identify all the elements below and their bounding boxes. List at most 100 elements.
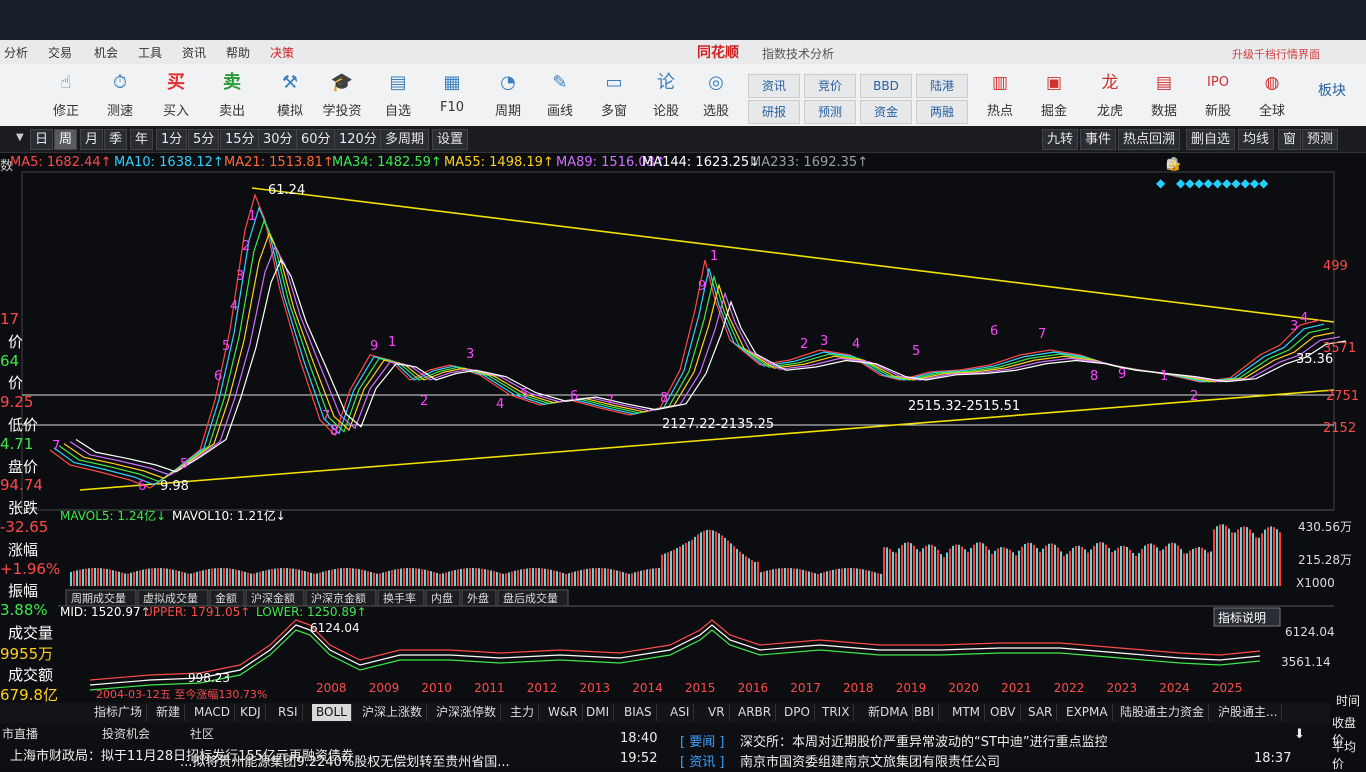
- volume-bar: [373, 572, 375, 586]
- period-7[interactable]: 15分: [220, 129, 260, 150]
- indicator-tab[interactable]: 沪深上涨数: [358, 704, 428, 721]
- toolbar-btn-right-4[interactable]: IPO 新股: [1194, 70, 1242, 119]
- btn-margin[interactable]: 两融: [916, 100, 968, 124]
- tool-5[interactable]: 窗: [1278, 129, 1302, 150]
- indicator-tab[interactable]: BBI: [910, 704, 940, 721]
- period-6[interactable]: 5分: [188, 129, 220, 150]
- indicator-tab[interactable]: ASI: [666, 704, 695, 721]
- volume-bar: [538, 568, 540, 586]
- indicator-tab[interactable]: DMI: [582, 704, 615, 721]
- toolbar-btn-8[interactable]: ◔ 周期: [484, 70, 532, 119]
- period-5[interactable]: 1分: [156, 129, 188, 150]
- indicator-tab[interactable]: TRIX: [818, 704, 855, 721]
- menu-tools[interactable]: 工具: [138, 44, 162, 61]
- period-12[interactable]: 设置: [432, 129, 469, 150]
- period-11[interactable]: 多周期: [380, 129, 430, 150]
- indicator-tab[interactable]: MTM: [948, 704, 986, 721]
- period-1[interactable]: 周: [54, 129, 78, 150]
- toolbar-btn-10[interactable]: ▭ 多窗: [590, 70, 638, 119]
- btn-hk-connect[interactable]: 陆港: [916, 74, 968, 98]
- toolbar-btn-6[interactable]: ▤ 自选: [374, 70, 422, 119]
- indicator-tab[interactable]: BOLL: [312, 704, 352, 721]
- toolbar-btn-right-0[interactable]: ▥ 热点: [976, 70, 1024, 119]
- toolbar-btn-2[interactable]: 买买入: [152, 70, 200, 119]
- toolbar-btn-right-2[interactable]: 龙龙虎: [1086, 70, 1134, 119]
- menu-trade[interactable]: 交易: [48, 44, 72, 61]
- indicator-tab[interactable]: KDJ: [236, 704, 266, 721]
- period-4[interactable]: 年: [130, 129, 154, 150]
- toolbar-btn-12[interactable]: ◎ 选股: [692, 70, 740, 119]
- period-3[interactable]: 季: [104, 129, 128, 150]
- btn-research[interactable]: 研报: [748, 100, 800, 124]
- btn-news[interactable]: 资讯: [748, 74, 800, 98]
- period-9[interactable]: 60分: [296, 129, 336, 150]
- toolbar-btn-9[interactable]: ✎ 画线: [536, 70, 584, 119]
- volume-tab-label: 盘后成交量: [503, 591, 558, 605]
- indicator-tab[interactable]: SAR: [1024, 704, 1058, 721]
- range-change-text: 2004-03-12五 至今涨幅130.73%: [96, 687, 267, 701]
- news-item[interactable]: ...拟将贵州能源集团9.2240%股权无偿划转至贵州省国...: [180, 751, 510, 770]
- volume-bar: [229, 568, 231, 586]
- toolbar-btn-7[interactable]: ▦ F10: [428, 70, 476, 115]
- indicator-tab[interactable]: 沪深涨停数: [432, 704, 502, 721]
- indicator-tab[interactable]: DPO: [780, 704, 815, 721]
- indicator-tab[interactable]: 沪股通主...: [1214, 704, 1283, 721]
- toolbar-btn-4[interactable]: ⚒ 模拟: [266, 70, 314, 119]
- toolbar-btn-3[interactable]: 卖卖出: [208, 70, 256, 119]
- volume-bar: [1120, 546, 1122, 586]
- tool-3[interactable]: 删自选: [1186, 129, 1236, 150]
- volume-bar: [691, 539, 693, 586]
- tool-1[interactable]: 事件: [1080, 129, 1117, 150]
- tab-invest-opportunity[interactable]: 投资机会: [102, 725, 150, 742]
- btn-bbd[interactable]: BBD: [860, 74, 912, 98]
- tool-6[interactable]: 预测: [1302, 129, 1339, 150]
- indicator-tab[interactable]: 新建: [152, 704, 186, 721]
- menu-info[interactable]: 资讯: [182, 44, 206, 61]
- toolbar-btn-0[interactable]: ☝ 修正: [42, 70, 90, 119]
- menu-help[interactable]: 帮助: [226, 44, 250, 61]
- indicator-tab[interactable]: 新DMA: [864, 704, 913, 721]
- indicator-tab[interactable]: 主力: [506, 704, 540, 721]
- indicator-tab[interactable]: OBV: [986, 704, 1021, 721]
- period-2[interactable]: 月: [80, 129, 104, 150]
- menu-decision[interactable]: 决策: [270, 44, 294, 61]
- upgrade-link[interactable]: 升级千档行情界面: [1232, 46, 1320, 62]
- tool-4[interactable]: 均线: [1238, 129, 1275, 150]
- menu-analysis[interactable]: 分析: [4, 44, 28, 61]
- toolbar-btn-11[interactable]: 论论股: [642, 70, 690, 119]
- toolbar-btn-right-3[interactable]: ▤ 数据: [1140, 70, 1188, 119]
- tool-2[interactable]: 热点回溯: [1118, 129, 1181, 150]
- chart-area[interactable]: 123456789 12345 6 7 8912 3 4 56 78 9 1234567499357…: [0, 150, 1366, 710]
- news-headline[interactable]: 南京市国资委组建南京文旅集团有限责任公司: [740, 751, 1000, 770]
- indicator-tab[interactable]: 陆股通主力资金: [1116, 704, 1210, 721]
- plate-button[interactable]: 板块: [1318, 80, 1346, 100]
- indicator-tab[interactable]: 指标广场: [90, 704, 148, 721]
- toolbar-btn-right-1[interactable]: ▣ 掘金: [1030, 70, 1078, 119]
- tab-community[interactable]: 社区: [190, 725, 214, 742]
- support-trendline: [79, 389, 1335, 491]
- indicator-tab[interactable]: EXPMA: [1062, 704, 1113, 721]
- menu-opportunity[interactable]: 机会: [94, 44, 118, 61]
- news-headline[interactable]: 深交所：本周对近期股价严重异常波动的“ST中迪”进行重点监控: [740, 731, 1108, 750]
- btn-funds[interactable]: 资金: [860, 100, 912, 124]
- period-10[interactable]: 120分: [334, 129, 382, 150]
- collapse-arrow-icon[interactable]: ▼: [16, 132, 24, 143]
- period-0[interactable]: 日: [30, 129, 54, 150]
- btn-forecast[interactable]: 预测: [804, 100, 856, 124]
- toolbar-btn-5[interactable]: 🎓 学投资: [318, 70, 366, 119]
- indicator-tab[interactable]: VR: [704, 704, 730, 721]
- indicator-tab[interactable]: W&R: [544, 704, 583, 721]
- toolbar-btn-1[interactable]: ⏱ 测速: [96, 70, 144, 119]
- tab-live[interactable]: 市直播: [2, 725, 38, 742]
- tool-0[interactable]: 九转: [1042, 129, 1079, 150]
- period-8[interactable]: 30分: [258, 129, 298, 150]
- toolbar-btn-right-5[interactable]: ◍ 全球: [1248, 70, 1296, 119]
- indicator-tab[interactable]: BIAS: [620, 704, 657, 721]
- indicator-tab[interactable]: MACD: [190, 704, 235, 721]
- indicator-tab[interactable]: RSI: [274, 704, 303, 721]
- btn-auction[interactable]: 竞价: [804, 74, 856, 98]
- download-icon[interactable]: ⬇: [1294, 727, 1305, 742]
- indicator-tab[interactable]: ARBR: [734, 704, 777, 721]
- volume-bar: [427, 570, 429, 586]
- volume-bar: [1102, 542, 1104, 586]
